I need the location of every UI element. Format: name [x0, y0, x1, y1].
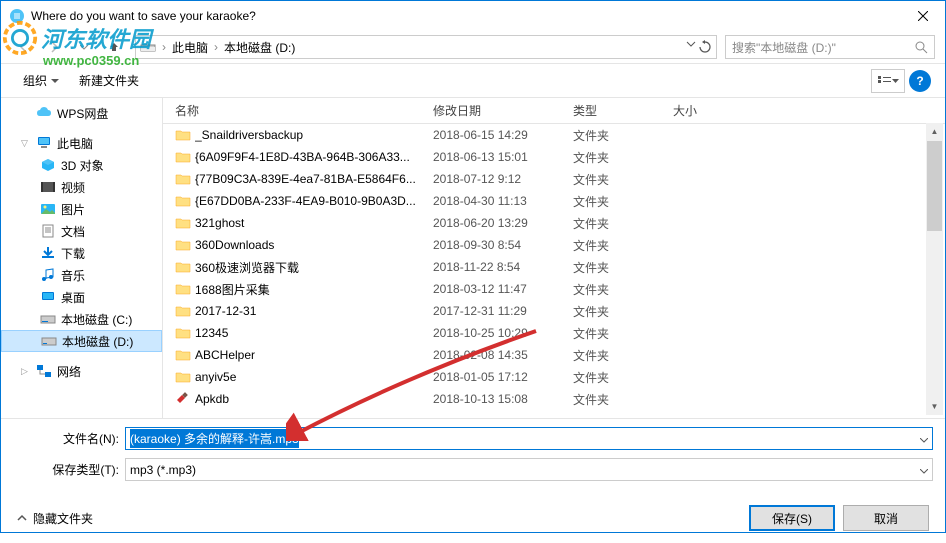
music-icon — [40, 268, 56, 282]
folder-icon — [175, 127, 195, 143]
filetype-label: 保存类型(T): — [13, 461, 125, 478]
column-name[interactable]: 名称 — [175, 102, 433, 119]
sidebar-item-3d[interactable]: 3D 对象 — [1, 154, 162, 176]
folder-icon — [175, 171, 195, 187]
drive-icon — [140, 39, 156, 55]
close-icon — [918, 11, 928, 21]
pc-icon — [36, 136, 52, 150]
filename-input[interactable]: (karaoke) 多余的解释-许嵩.mp3 — [125, 427, 933, 450]
folder-icon — [175, 281, 195, 297]
up-button[interactable] — [101, 34, 127, 60]
file-row[interactable]: 123452018-10-25 10:29文件夹 — [163, 322, 945, 344]
sidebar-wps[interactable]: WPS网盘 — [1, 102, 162, 124]
folder-icon — [175, 215, 195, 231]
file-row[interactable]: 360Downloads2018-09-30 8:54文件夹 — [163, 234, 945, 256]
file-row[interactable]: {77B09C3A-839E-4ea7-81BA-E5864F6...2018-… — [163, 168, 945, 190]
vertical-scrollbar[interactable]: ▲ ▼ — [926, 123, 943, 415]
chevron-up-icon — [17, 513, 27, 523]
filetype-select[interactable]: mp3 (*.mp3) — [125, 458, 933, 481]
drive-c-icon — [40, 312, 56, 326]
folder-icon — [175, 259, 195, 275]
column-type[interactable]: 类型 — [573, 102, 673, 119]
folder-icon — [175, 391, 195, 407]
organize-menu[interactable]: 组织 — [15, 68, 67, 93]
breadcrumb-bar[interactable]: › 此电脑 › 本地磁盘 (D:) — [135, 35, 717, 59]
network-icon — [36, 364, 52, 378]
breadcrumb-thispc[interactable]: 此电脑 — [170, 39, 210, 56]
folder-icon — [175, 369, 195, 385]
save-button[interactable]: 保存(S) — [749, 505, 835, 531]
video-icon — [40, 180, 56, 194]
sidebar-item-music[interactable]: 音乐 — [1, 264, 162, 286]
sidebar-item-documents[interactable]: 文档 — [1, 220, 162, 242]
sidebar-item-downloads[interactable]: 下载 — [1, 242, 162, 264]
folder-icon — [175, 149, 195, 165]
cancel-button[interactable]: 取消 — [843, 505, 929, 531]
view-mode-button[interactable] — [871, 69, 905, 93]
picture-icon — [40, 202, 56, 216]
scrollbar-thumb[interactable] — [927, 141, 942, 231]
navigation-bar: › 此电脑 › 本地磁盘 (D:) 搜索"本地磁盘 (D:)" — [1, 31, 945, 64]
toolbar: 组织 新建文件夹 ? — [1, 64, 945, 98]
file-row[interactable]: anyiv5e2018-01-05 17:12文件夹 — [163, 366, 945, 388]
footer-bar: 隐藏文件夹 保存(S) 取消 — [1, 497, 945, 543]
file-row[interactable]: {E67DD0BA-233F-4EA9-B010-9B0A3D...2018-0… — [163, 190, 945, 212]
breadcrumb-dropdown-icon[interactable] — [686, 40, 696, 48]
folder-icon — [175, 303, 195, 319]
cloud-icon — [36, 106, 52, 120]
file-list: 名称 修改日期 类型 大小 _Snaildriversbackup2018-06… — [163, 98, 945, 418]
new-folder-button[interactable]: 新建文件夹 — [71, 68, 147, 93]
download-icon — [40, 246, 56, 260]
scroll-down-icon[interactable]: ▼ — [926, 398, 943, 415]
search-input[interactable]: 搜索"本地磁盘 (D:)" — [725, 35, 935, 59]
hide-folders-button[interactable]: 隐藏文件夹 — [17, 510, 93, 527]
file-row[interactable]: 1688图片采集2018-03-12 11:47文件夹 — [163, 278, 945, 300]
file-row[interactable]: 321ghost2018-06-20 13:29文件夹 — [163, 212, 945, 234]
drive-d-icon — [41, 334, 57, 348]
sidebar-item-desktop[interactable]: 桌面 — [1, 286, 162, 308]
titlebar: Where do you want to save your karaoke? — [1, 1, 945, 31]
folder-icon — [175, 237, 195, 253]
search-icon — [915, 41, 928, 54]
file-row[interactable]: _Snaildriversbackup2018-06-15 14:29文件夹 — [163, 124, 945, 146]
folder-icon — [175, 325, 195, 341]
column-size[interactable]: 大小 — [673, 102, 945, 119]
column-date[interactable]: 修改日期 — [433, 102, 573, 119]
file-row[interactable]: ABCHelper2018-02-08 14:35文件夹 — [163, 344, 945, 366]
recent-dropdown[interactable] — [71, 34, 97, 60]
sidebar-thispc[interactable]: ▽此电脑 — [1, 132, 162, 154]
file-row[interactable]: 360极速浏览器下载2018-11-22 8:54文件夹 — [163, 256, 945, 278]
back-button[interactable] — [11, 34, 37, 60]
refresh-icon[interactable] — [698, 40, 712, 54]
file-row[interactable]: 2017-12-312017-12-31 11:29文件夹 — [163, 300, 945, 322]
desktop-icon — [40, 290, 56, 304]
sidebar-item-pictures[interactable]: 图片 — [1, 198, 162, 220]
file-row[interactable]: Apkdb2018-10-13 15:08文件夹 — [163, 388, 945, 410]
window-title: Where do you want to save your karaoke? — [31, 9, 900, 23]
forward-button[interactable] — [41, 34, 67, 60]
breadcrumb-drive-d[interactable]: 本地磁盘 (D:) — [222, 39, 297, 56]
filename-label: 文件名(N): — [13, 430, 125, 447]
document-icon — [40, 224, 56, 238]
folder-icon — [175, 347, 195, 363]
sidebar-item-drive-d[interactable]: 本地磁盘 (D:) — [1, 330, 162, 352]
sidebar-item-drive-c[interactable]: 本地磁盘 (C:) — [1, 308, 162, 330]
scroll-up-icon[interactable]: ▲ — [926, 123, 943, 140]
close-button[interactable] — [900, 1, 945, 31]
sidebar-network[interactable]: ▷网络 — [1, 360, 162, 382]
file-row[interactable]: {6A09F9F4-1E8D-43BA-964B-306A33...2018-0… — [163, 146, 945, 168]
sidebar-tree: WPS网盘 ▽此电脑 3D 对象 视频 图片 文档 下载 音乐 桌面 本地磁盘 … — [1, 98, 163, 418]
save-fields-panel: 文件名(N): (karaoke) 多余的解释-许嵩.mp3 保存类型(T): … — [1, 418, 945, 497]
folder-icon — [175, 193, 195, 209]
sidebar-item-videos[interactable]: 视频 — [1, 176, 162, 198]
app-icon — [9, 8, 25, 24]
column-headers[interactable]: 名称 修改日期 类型 大小 — [163, 98, 945, 124]
cube-icon — [40, 158, 56, 172]
help-button[interactable]: ? — [909, 70, 931, 92]
